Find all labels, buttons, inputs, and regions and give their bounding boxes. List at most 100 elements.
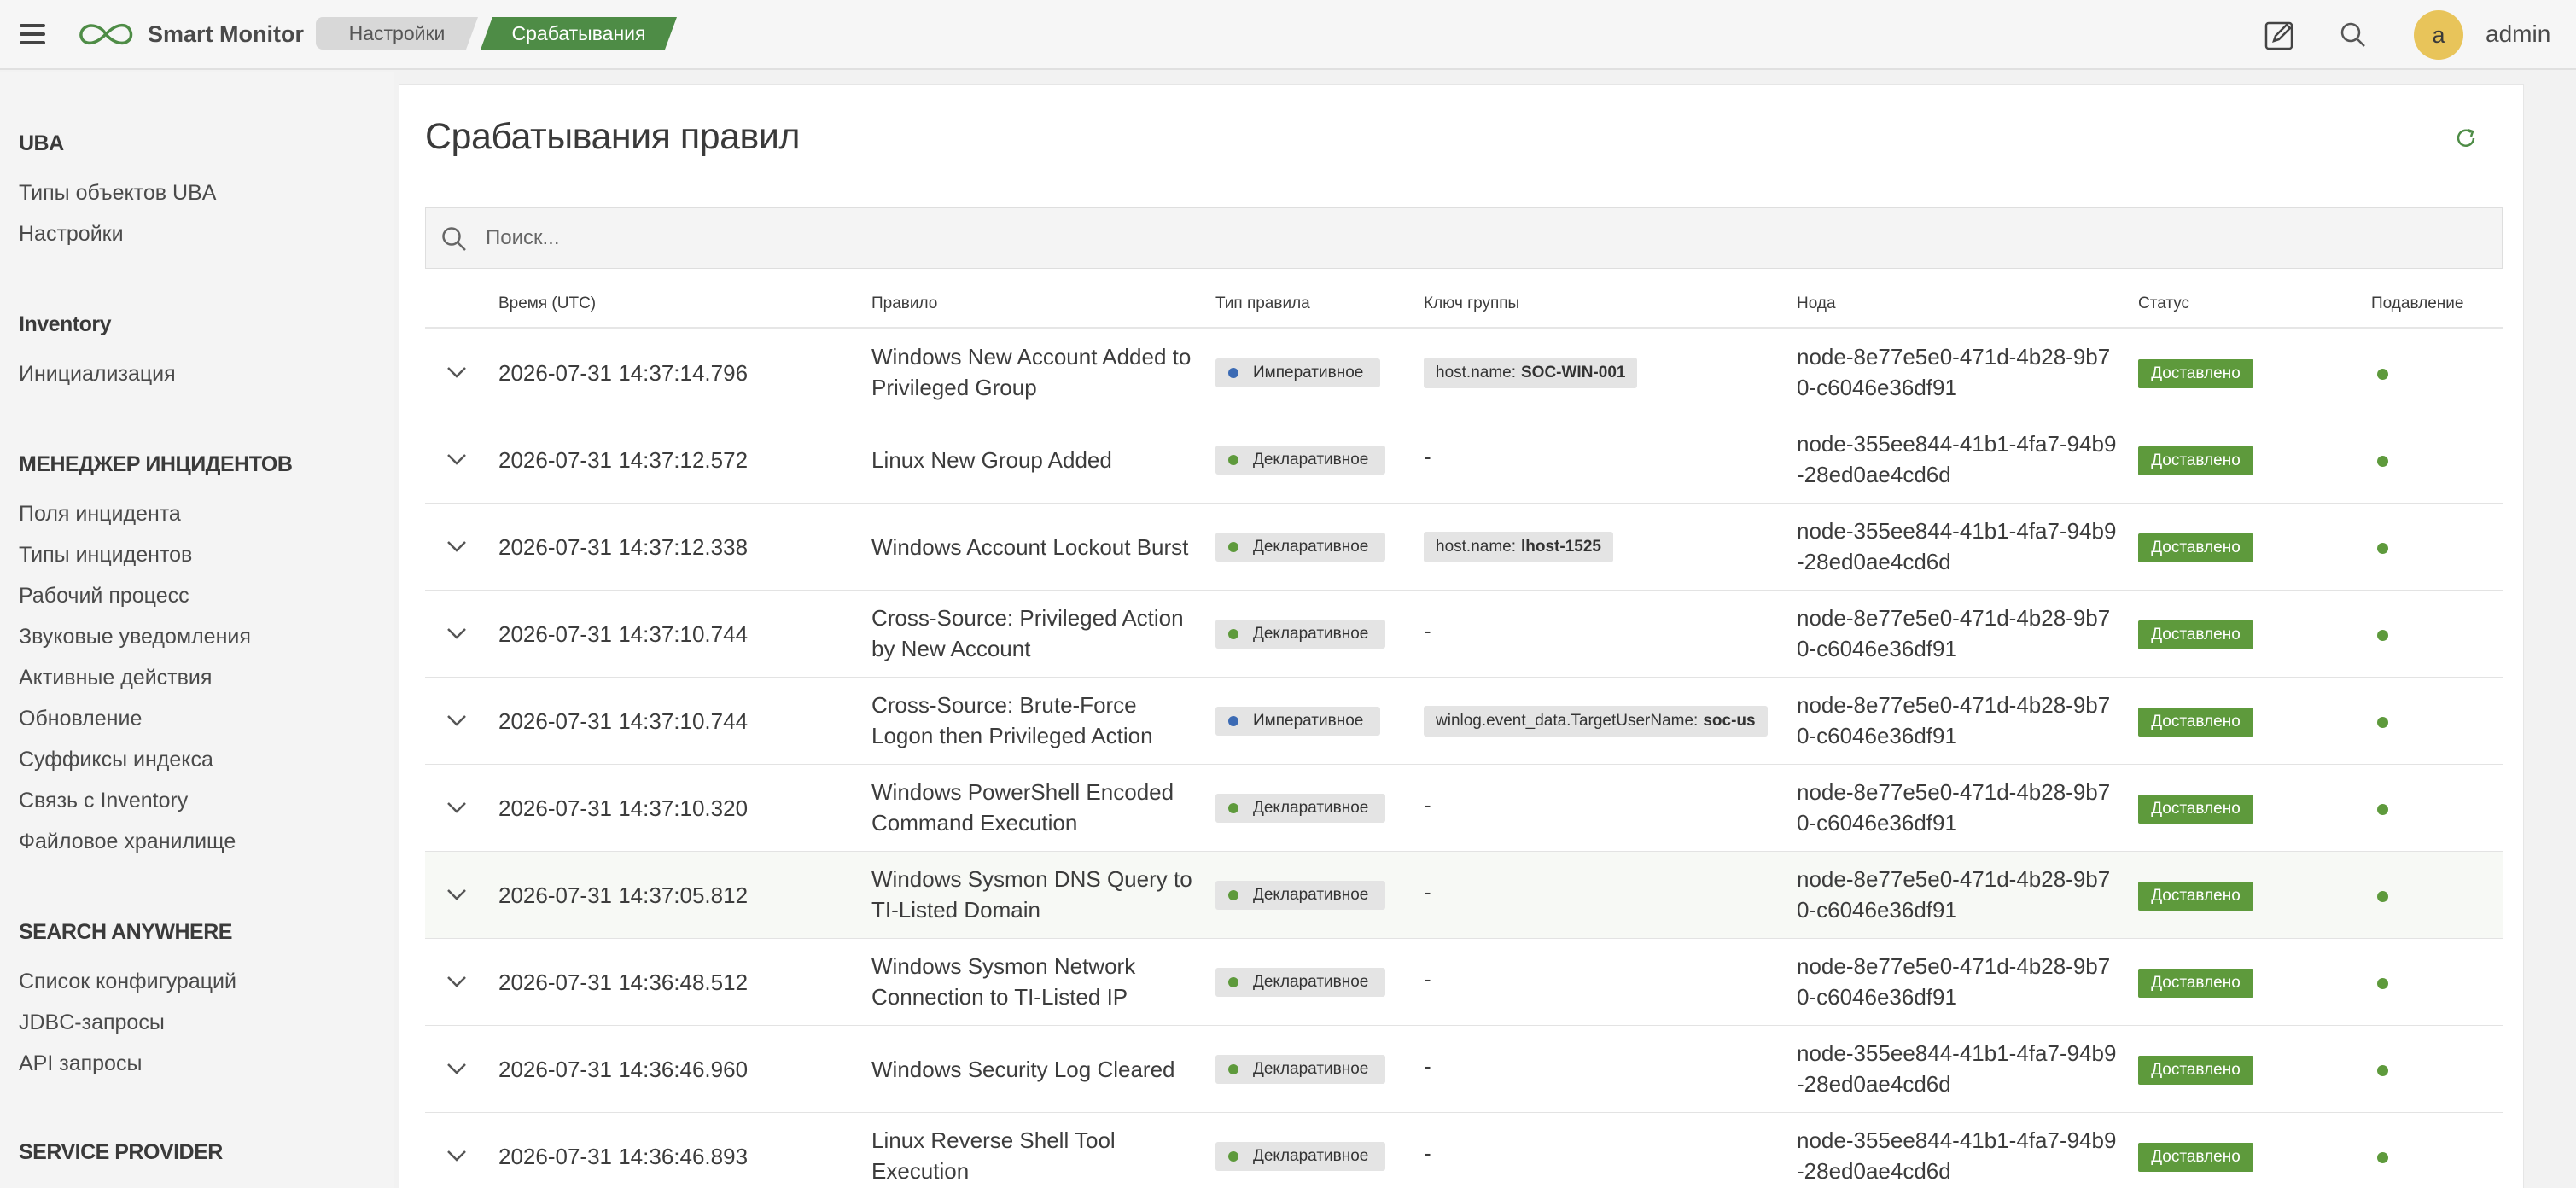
table-row[interactable]: 2026-07-31 14:37:10.320 Windows PowerShel… xyxy=(425,765,2503,852)
suppression-status-dot-icon xyxy=(2377,891,2388,902)
chevron-down-icon[interactable] xyxy=(444,362,469,382)
sidebar-item-inventory-link[interactable]: Связь с Inventory xyxy=(19,789,188,813)
sidebar-item-update[interactable]: Обновление xyxy=(19,707,142,731)
rule-name[interactable]: Linux Reverse Shell Tool Execution xyxy=(871,1125,1196,1186)
table-row[interactable]: 2026-07-31 14:36:48.512 Windows Sysmon Ne… xyxy=(425,939,2503,1026)
chevron-down-icon[interactable] xyxy=(444,971,469,992)
rule-type-dot-icon xyxy=(1228,977,1238,987)
user-name[interactable]: admin xyxy=(2486,19,2550,50)
table-row[interactable]: 2026-07-31 14:36:46.960 Windows Security … xyxy=(425,1026,2503,1113)
column-header-time[interactable]: Время (UTC) xyxy=(498,294,596,313)
sidebar-item-index-suffixes[interactable]: Суффиксы индекса xyxy=(19,748,213,772)
column-header-group-key[interactable]: Ключ группы xyxy=(1424,294,1519,313)
table-row[interactable]: 2026-07-31 14:37:10.744 Cross-Source: Pri… xyxy=(425,591,2503,678)
column-header-rule-type[interactable]: Тип правила xyxy=(1215,294,1310,313)
rule-name[interactable]: Windows Sysmon Network Connection to TI-… xyxy=(871,951,1196,1012)
infinity-logo-icon[interactable] xyxy=(75,20,137,48)
column-header-node[interactable]: Нода xyxy=(1797,294,1836,313)
rule-name[interactable]: Windows Security Log Cleared xyxy=(871,1054,1196,1085)
sidebar: UBA Типы объектов UBA Настройки Inventor… xyxy=(0,72,394,1188)
rule-type-dot-icon xyxy=(1228,716,1238,726)
rule-name[interactable]: Cross-Source: Brute-Force Logon then Pri… xyxy=(871,690,1196,751)
rule-type-dot-icon xyxy=(1228,455,1238,465)
rule-type-badge: Декларативное xyxy=(1215,1055,1386,1084)
sidebar-item-uba-settings[interactable]: Настройки xyxy=(19,222,124,247)
rule-name[interactable]: Windows New Account Added to Privileged … xyxy=(871,341,1196,403)
table-row[interactable]: 2026-07-31 14:37:10.744 Cross-Source: Bru… xyxy=(425,678,2503,765)
chevron-down-icon[interactable] xyxy=(444,536,469,556)
sidebar-item-file-storage[interactable]: Файловое хранилище xyxy=(19,830,236,854)
node-id: node-8e77e5e0-471d-4b28-9b70-c6046e36df9… xyxy=(1797,866,2111,923)
column-header-suppression[interactable]: Подавление xyxy=(2371,294,2463,313)
sidebar-item-incident-fields[interactable]: Поля инцидента xyxy=(19,502,181,527)
status-badge: Доставлено xyxy=(2138,359,2253,388)
rule-type-badge: Декларативное xyxy=(1215,794,1386,823)
chevron-down-icon[interactable] xyxy=(444,1058,469,1079)
group-key-empty: - xyxy=(1424,1140,1431,1166)
chevron-down-icon[interactable] xyxy=(444,710,469,731)
main-card: Срабатывания правил Время (UTC) Правило … xyxy=(399,84,2524,1188)
column-header-rule[interactable]: Правило xyxy=(871,294,937,313)
page-title: Срабатывания правил xyxy=(425,116,800,157)
trigger-time: 2026-07-31 14:36:46.893 xyxy=(498,1144,749,1169)
sidebar-item-uba-object-types[interactable]: Типы объектов UBA xyxy=(19,181,216,206)
rule-type-label: Декларативное xyxy=(1253,451,1369,469)
sidebar-item-incident-types[interactable]: Типы инцидентов xyxy=(19,543,192,568)
rule-name[interactable]: Windows Sysmon DNS Query to TI-Listed Do… xyxy=(871,864,1196,925)
rule-type-dot-icon xyxy=(1228,629,1238,639)
group-key-name: host.name: xyxy=(1436,538,1516,556)
avatar[interactable]: a xyxy=(2414,10,2463,60)
rule-type-dot-icon xyxy=(1228,1151,1238,1162)
rule-name[interactable]: Windows PowerShell Encoded Command Execu… xyxy=(871,777,1196,838)
edit-icon[interactable] xyxy=(2264,19,2296,51)
search-input[interactable] xyxy=(486,208,2483,268)
rule-type-badge: Императивное xyxy=(1215,358,1381,387)
chevron-down-icon[interactable] xyxy=(444,449,469,469)
sidebar-item-api-queries[interactable]: API запросы xyxy=(19,1051,142,1076)
rule-type-badge: Декларативное xyxy=(1215,620,1386,649)
suppression-status-dot-icon xyxy=(2377,1065,2388,1076)
rule-type-dot-icon xyxy=(1228,803,1238,813)
table-row[interactable]: 2026-07-31 14:36:46.893 Linux Reverse She… xyxy=(425,1113,2503,1188)
rule-type-label: Императивное xyxy=(1253,364,1364,381)
chevron-down-icon[interactable] xyxy=(444,884,469,905)
breadcrumb-triggers[interactable]: Срабатывания xyxy=(481,17,677,50)
chevron-down-icon[interactable] xyxy=(444,1145,469,1166)
rule-type-badge: Декларативное xyxy=(1215,1142,1386,1171)
column-header-status[interactable]: Статус xyxy=(2138,294,2189,313)
trigger-time: 2026-07-31 14:37:10.744 xyxy=(498,708,749,734)
group-key-badge: host.name: lhost-1525 xyxy=(1424,532,1613,562)
suppression-status-dot-icon xyxy=(2377,543,2388,554)
suppression-status-dot-icon xyxy=(2377,804,2388,815)
sidebar-item-active-actions[interactable]: Активные действия xyxy=(19,666,212,690)
table-row[interactable]: 2026-07-31 14:37:12.338 Windows Account L… xyxy=(425,504,2503,591)
hamburger-icon[interactable] xyxy=(20,21,45,47)
search-icon[interactable] xyxy=(2337,19,2369,51)
sidebar-item-jdbc-queries[interactable]: JDBC-запросы xyxy=(19,1010,165,1035)
app-name[interactable]: Smart Monitor xyxy=(148,19,304,50)
rule-type-label: Декларативное xyxy=(1253,1060,1369,1078)
sidebar-item-config-list[interactable]: Список конфигураций xyxy=(19,970,236,994)
rule-name[interactable]: Windows Account Lockout Burst xyxy=(871,532,1196,562)
sidebar-section-uba: UBA xyxy=(19,131,64,155)
sidebar-item-sound-notifications[interactable]: Звуковые уведомления xyxy=(19,625,251,649)
refresh-icon[interactable] xyxy=(2453,125,2479,151)
rule-type-dot-icon xyxy=(1228,368,1238,378)
sidebar-item-initialization[interactable]: Инициализация xyxy=(19,362,176,387)
node-id: node-355ee844-41b1-4fa7-94b9-28ed0ae4cd6… xyxy=(1797,518,2117,574)
status-badge: Доставлено xyxy=(2138,882,2253,911)
breadcrumb-settings[interactable]: Настройки xyxy=(316,17,478,50)
chevron-down-icon[interactable] xyxy=(444,623,469,644)
chevron-down-icon[interactable] xyxy=(444,797,469,818)
rule-type-label: Императивное xyxy=(1253,712,1364,730)
table-row[interactable]: 2026-07-31 14:37:14.796 Windows New Accou… xyxy=(425,329,2503,416)
table-row[interactable]: 2026-07-31 14:37:12.572 Linux New Group A… xyxy=(425,416,2503,504)
trigger-time: 2026-07-31 14:37:05.812 xyxy=(498,882,749,908)
group-key-value: lhost-1525 xyxy=(1521,538,1601,556)
rule-type-label: Декларативное xyxy=(1253,625,1369,643)
sidebar-item-workflow[interactable]: Рабочий процесс xyxy=(19,584,189,609)
trigger-time: 2026-07-31 14:36:48.512 xyxy=(498,970,749,995)
rule-name[interactable]: Linux New Group Added xyxy=(871,445,1196,475)
rule-name[interactable]: Cross-Source: Privileged Action by New A… xyxy=(871,603,1196,664)
table-row[interactable]: 2026-07-31 14:37:05.812 Windows Sysmon DN… xyxy=(425,852,2503,939)
